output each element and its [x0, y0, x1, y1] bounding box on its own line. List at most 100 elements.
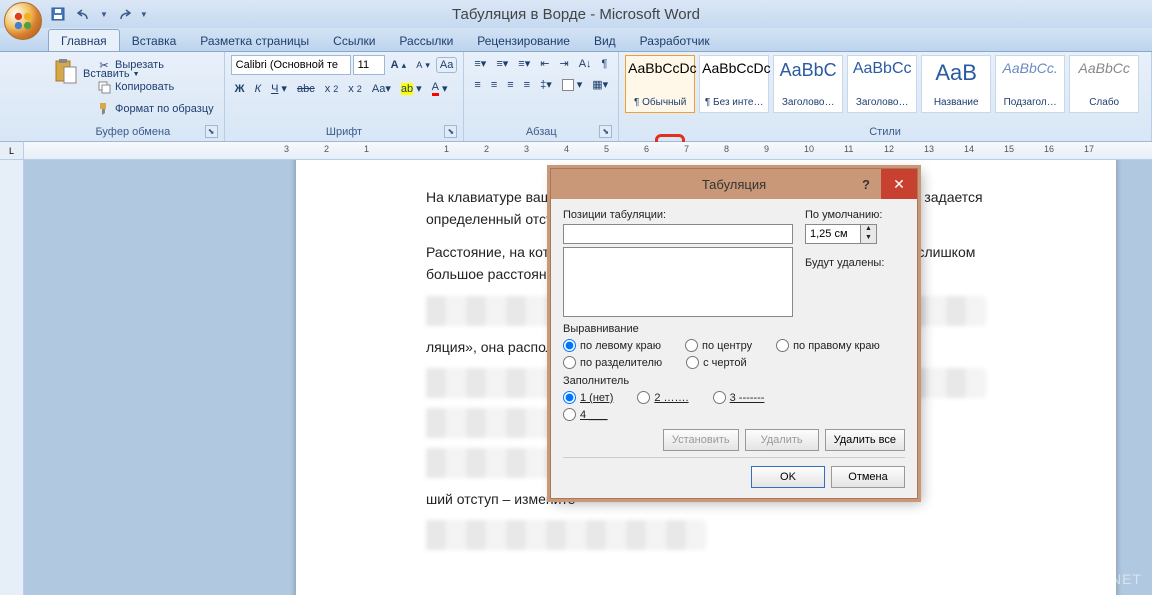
- leader-label: Заполнитель: [563, 375, 905, 387]
- tab-selector[interactable]: L: [0, 142, 24, 159]
- line-spacing-button[interactable]: ‡▾: [536, 76, 556, 93]
- italic-button[interactable]: К: [251, 81, 265, 97]
- bold-button[interactable]: Ж: [231, 81, 249, 97]
- align-bar-radio[interactable]: с чертой: [686, 356, 746, 369]
- office-button[interactable]: [4, 2, 42, 40]
- paste-icon: [52, 57, 80, 89]
- underline-button[interactable]: Ч ▾: [267, 80, 291, 97]
- font-launcher-icon[interactable]: ⬊: [444, 125, 457, 138]
- group-label-paragraph: Абзац⬊: [470, 125, 612, 139]
- show-marks-button[interactable]: ¶: [598, 56, 612, 72]
- align-right-button[interactable]: ≡: [503, 77, 517, 93]
- sort-button[interactable]: A↓: [575, 56, 596, 72]
- qat-customize-icon[interactable]: ▼: [140, 10, 148, 19]
- cancel-button[interactable]: Отмена: [831, 466, 905, 488]
- grow-font-button[interactable]: A▴: [387, 57, 411, 73]
- undo-dropdown-icon[interactable]: ▼: [100, 10, 108, 19]
- align-left-radio[interactable]: по левому краю: [563, 339, 661, 352]
- leader-dashes-radio[interactable]: 3 -------: [713, 391, 765, 404]
- help-button[interactable]: ?: [851, 169, 881, 199]
- tab-position-input[interactable]: [563, 224, 793, 244]
- tab-references[interactable]: Ссылки: [321, 30, 387, 51]
- tab-view[interactable]: Вид: [582, 30, 628, 51]
- copy-button[interactable]: Копировать: [92, 77, 218, 97]
- font-name-combo[interactable]: Calibri (Основной те: [231, 55, 351, 75]
- scissors-icon: ✂: [96, 57, 112, 73]
- strike-button[interactable]: abc: [293, 81, 319, 97]
- group-clipboard: Вставить ▼ ✂Вырезать Копировать Формат п…: [0, 52, 225, 141]
- clipboard-launcher-icon[interactable]: ⬊: [205, 125, 218, 138]
- align-center-button[interactable]: ≡: [487, 77, 501, 93]
- copy-icon: [96, 79, 112, 95]
- borders-button[interactable]: ▦▾: [588, 76, 612, 93]
- align-decimal-radio[interactable]: по разделителю: [563, 356, 662, 369]
- tab-layout[interactable]: Разметка страницы: [188, 30, 321, 51]
- leader-dots-radio[interactable]: 2 …….: [637, 391, 688, 404]
- style-subtitle[interactable]: AaBbCc.Подзагол…: [995, 55, 1065, 113]
- dialog-title: Табуляция: [702, 177, 766, 192]
- default-tab-label: По умолчанию:: [805, 209, 905, 221]
- clear-button[interactable]: Удалить: [745, 429, 819, 451]
- change-case-button[interactable]: Aa▾: [368, 80, 395, 97]
- align-justify-button[interactable]: ≡: [520, 77, 534, 93]
- clear-format-button[interactable]: Aa: [436, 57, 457, 73]
- font-color-button[interactable]: A▾: [428, 79, 452, 98]
- font-size-combo[interactable]: 11: [353, 55, 385, 75]
- bullets-button[interactable]: ≡▾: [470, 55, 490, 72]
- alignment-label: Выравнивание: [563, 323, 905, 335]
- paragraph-launcher-icon[interactable]: ⬊: [599, 125, 612, 138]
- spin-up-icon[interactable]: ▲: [861, 225, 876, 234]
- tab-review[interactable]: Рецензирование: [465, 30, 582, 51]
- horizontal-ruler[interactable]: L 3 2 1 1 2 3 4 5 6 7 8 9 10 11 12 13 14…: [0, 142, 1152, 160]
- style-heading1[interactable]: AaBbCЗаголово…: [773, 55, 843, 113]
- style-title[interactable]: AaBНазвание: [921, 55, 991, 113]
- align-right-radio[interactable]: по правому краю: [776, 339, 880, 352]
- style-weak[interactable]: AaBbCcСлабо: [1069, 55, 1139, 113]
- group-label-font: Шрифт⬊: [231, 125, 458, 139]
- superscript-button[interactable]: x2: [344, 81, 366, 97]
- tabs-dialog: Табуляция ? ✕ Позиции табуляции: По умол…: [550, 168, 918, 499]
- numbering-button[interactable]: ≡▾: [492, 55, 512, 72]
- save-icon[interactable]: [48, 4, 68, 24]
- leader-none-radio[interactable]: 1 (нет): [563, 391, 613, 404]
- align-left-button[interactable]: ≡: [470, 77, 484, 93]
- clear-all-button[interactable]: Удалить все: [825, 429, 905, 451]
- style-normal[interactable]: AaBbCcDc¶ Обычный: [625, 55, 695, 113]
- close-button[interactable]: ✕: [881, 169, 917, 199]
- spin-down-icon[interactable]: ▼: [861, 234, 876, 243]
- default-tab-spinner[interactable]: ▲▼: [805, 224, 905, 244]
- watermark: FREE-OFFICE.NET: [976, 569, 1142, 589]
- leader-underline-radio[interactable]: 4 ___: [563, 408, 608, 421]
- set-button[interactable]: Установить: [663, 429, 739, 451]
- cut-button[interactable]: ✂Вырезать: [92, 55, 218, 75]
- paste-button[interactable]: Вставить ▼: [48, 55, 88, 93]
- tab-home[interactable]: Главная: [48, 29, 120, 51]
- undo-icon[interactable]: [74, 4, 94, 24]
- vertical-ruler[interactable]: [0, 160, 24, 595]
- indent-dec-button[interactable]: ⇤: [536, 55, 553, 72]
- subscript-button[interactable]: x2: [321, 81, 343, 97]
- ok-button[interactable]: OK: [751, 466, 825, 488]
- group-label-styles: Стили: [625, 125, 1145, 139]
- redo-icon[interactable]: [114, 4, 134, 24]
- eraser-icon: Aa: [440, 59, 453, 71]
- style-heading2[interactable]: AaBbCcЗаголово…: [847, 55, 917, 113]
- tab-mailings[interactable]: Рассылки: [387, 30, 465, 51]
- group-styles: AaBbCcDc¶ Обычный AaBbCcDc¶ Без инте… Aa…: [619, 52, 1152, 141]
- indent-inc-button[interactable]: ⇥: [555, 55, 572, 72]
- tab-insert[interactable]: Вставка: [120, 30, 189, 51]
- cleared-label: Будут удалены:: [805, 257, 905, 269]
- blurred-text: [426, 520, 706, 550]
- multilevel-button[interactable]: ≡▾: [514, 55, 534, 72]
- dialog-titlebar[interactable]: Табуляция ? ✕: [551, 169, 917, 199]
- highlight-button[interactable]: ab▾: [397, 80, 426, 97]
- align-center-radio[interactable]: по центру: [685, 339, 752, 352]
- default-tab-value[interactable]: [805, 224, 861, 244]
- tab-positions-list[interactable]: [563, 247, 793, 317]
- tab-developer[interactable]: Разработчик: [628, 30, 722, 51]
- style-no-spacing[interactable]: AaBbCcDc¶ Без инте…: [699, 55, 769, 113]
- format-painter-button[interactable]: Формат по образцу: [92, 99, 218, 119]
- shading-button[interactable]: ▾: [558, 76, 587, 93]
- brush-icon: [96, 101, 112, 117]
- shrink-font-button[interactable]: A▾: [412, 58, 434, 73]
